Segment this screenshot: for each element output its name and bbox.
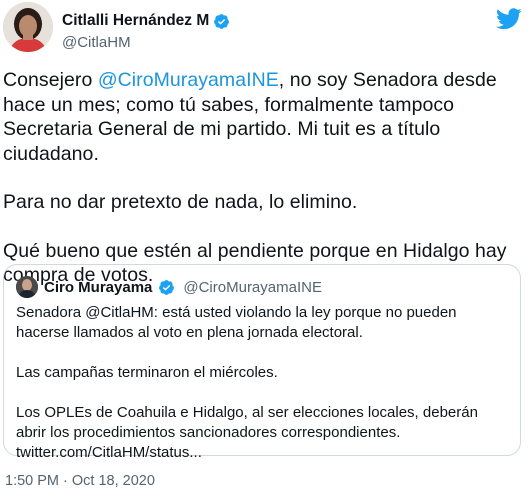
- quoted-status-link[interactable]: twitter.com/CitlaHM/status...: [16, 443, 512, 463]
- tweet-timestamp[interactable]: 1:50 PM · Oct 18, 2020: [5, 473, 155, 489]
- tweet-card: Citlalli Hernández M @CitlaHM Consejero …: [0, 0, 530, 501]
- tweet-text-segment: Consejero: [3, 69, 98, 91]
- avatar-photo: [3, 2, 53, 52]
- quoted-author-name: Ciro Murayama: [44, 278, 153, 296]
- quoted-avatar-photo: [16, 276, 38, 298]
- author-handle[interactable]: @CitlaHM: [62, 34, 230, 51]
- verified-badge-icon: [159, 279, 175, 295]
- quoted-avatar: [16, 276, 38, 298]
- quoted-tweet[interactable]: Ciro Murayama @CiroMurayamaINE Senadora …: [3, 264, 521, 461]
- tweet-paragraph: Consejero @CiroMurayamaINE, no soy Senad…: [3, 68, 523, 166]
- verified-badge-icon: [214, 13, 230, 29]
- quoted-paragraph: Las campañas terminaron el miércoles.: [16, 364, 278, 381]
- author-avatar[interactable]: [3, 2, 53, 52]
- mention-link[interactable]: @CiroMurayamaINE: [98, 69, 279, 91]
- quoted-author: Ciro Murayama @CiroMurayamaINE: [16, 275, 322, 299]
- author-name[interactable]: Citlalli Hernández M: [62, 12, 209, 30]
- author-info: Citlalli Hernández M @CitlaHM: [62, 10, 230, 51]
- twitter-bird-icon[interactable]: [496, 8, 522, 30]
- quoted-paragraph: Senadora @CitlaHM: está usted violando l…: [16, 304, 457, 341]
- quoted-author-handle: @CiroMurayamaINE: [183, 278, 322, 296]
- tweet-paragraph: Para no dar pretexto de nada, lo elimino…: [3, 191, 358, 213]
- quoted-tweet-body: Senadora @CitlaHM: está usted violando l…: [16, 303, 512, 463]
- quoted-paragraph: Los OPLEs de Coahuila e Hidalgo, al ser …: [16, 404, 478, 441]
